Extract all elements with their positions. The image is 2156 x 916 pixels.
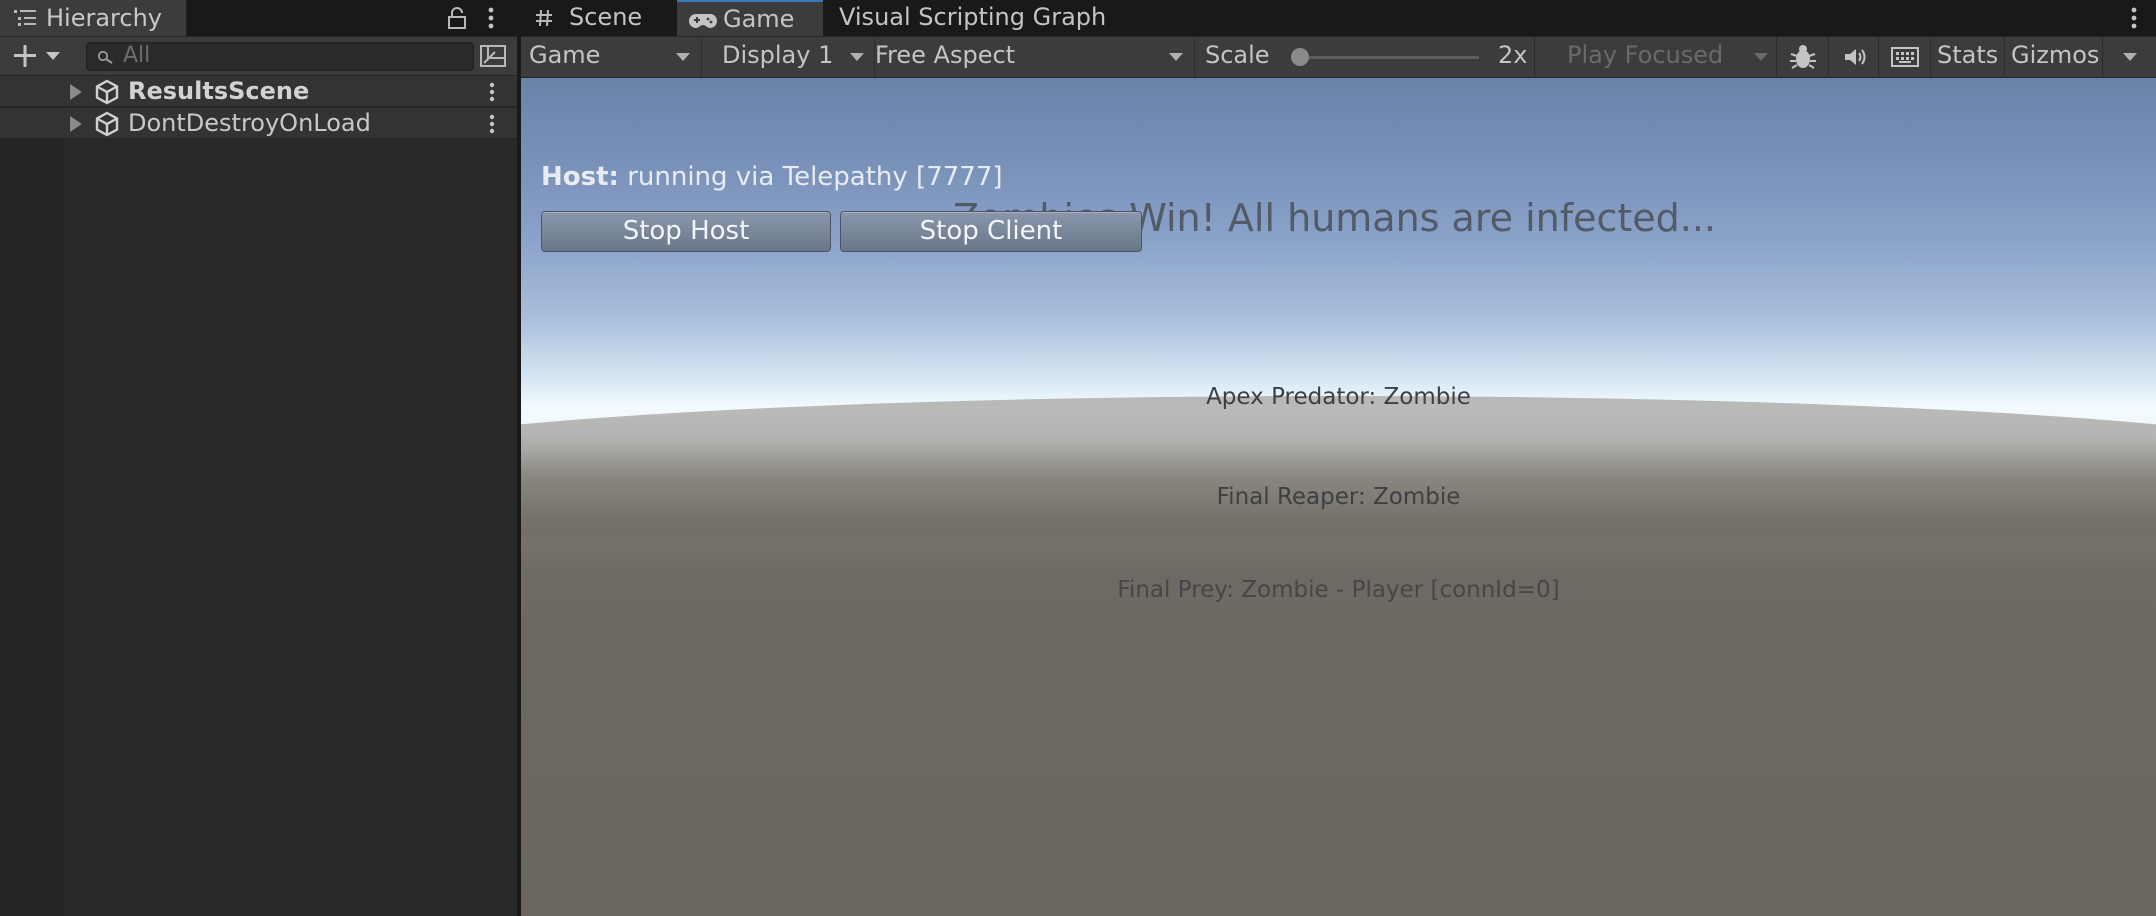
gizmos-dropdown[interactable]	[2103, 37, 2156, 77]
hierarchy-panel: Hierarchy All ResultsScene DontDestroyOn…	[0, 0, 517, 916]
scale-value: 2x	[1498, 41, 1528, 69]
game-panel-menu-icon[interactable]	[2127, 4, 2141, 32]
hierarchy-toolbar: All	[0, 37, 517, 76]
view-dropdown-label: Game	[529, 41, 601, 69]
hierarchy-item-dontdestroyonload[interactable]: DontDestroyOnLoad	[0, 108, 517, 139]
lock-icon[interactable]	[446, 6, 468, 30]
grid-icon	[536, 9, 552, 27]
host-status-text: Host: running via Telepathy [7777]	[541, 162, 1003, 192]
add-object-button[interactable]	[10, 41, 66, 71]
view-dropdown[interactable]: Game	[521, 37, 702, 77]
stats-label: Stats	[1937, 41, 1999, 69]
play-mode-label: Play Focused	[1567, 41, 1724, 69]
scale-slider-handle[interactable]	[1291, 48, 1309, 66]
final-prey-text: Final Prey: Zombie - Player [connId=0]	[1117, 577, 1560, 603]
hierarchy-tab-label: Hierarchy	[46, 4, 163, 32]
play-focused-dropdown[interactable]: Play Focused	[1559, 37, 1777, 77]
scale-slider-track[interactable]	[1299, 56, 1479, 59]
aspect-dropdown-label: Free Aspect	[875, 41, 1016, 69]
list-icon	[14, 10, 36, 26]
aspect-dropdown[interactable]: Free Aspect	[875, 37, 1195, 77]
hierarchy-item-label: ResultsScene	[128, 77, 310, 105]
host-status-detail: running via Telepathy [7777]	[618, 162, 1003, 192]
scale-control: Scale 2x	[1195, 37, 1535, 77]
tab-visual-scripting-graph[interactable]: Visual Scripting Graph	[827, 0, 1127, 36]
hierarchy-tab-bar: Hierarchy	[0, 0, 517, 37]
game-panel: Scene Game Visual Scripting Graph Game D…	[521, 0, 2156, 916]
hierarchy-tree: ResultsScene DontDestroyOnLoad	[0, 76, 517, 916]
unity-scene-icon	[95, 79, 119, 105]
gizmos-label: Gizmos	[2011, 41, 2100, 69]
stop-client-button[interactable]: Stop Client	[840, 211, 1142, 252]
game-toolbar: Game Display 1 Free Aspect Scale 2x Play…	[521, 37, 2156, 78]
final-reaper-text: Final Reaper: Zombie	[1216, 484, 1461, 510]
tab-scene-label: Scene	[569, 3, 643, 31]
tab-hierarchy[interactable]: Hierarchy	[0, 0, 187, 36]
mute-audio-toggle[interactable]	[1829, 37, 1879, 77]
debug-toggle[interactable]	[1777, 37, 1829, 77]
tab-visual-scripting-label: Visual Scripting Graph	[839, 3, 1107, 31]
tab-game[interactable]: Game	[677, 0, 823, 36]
display-dropdown[interactable]: Display 1	[702, 37, 875, 77]
shortcuts-toggle[interactable]	[1879, 37, 1931, 77]
item-menu-icon[interactable]	[485, 80, 499, 104]
audio-mute-icon	[1845, 49, 1866, 65]
game-viewport[interactable]: Host: running via Telepathy [7777] Zombi…	[521, 78, 2156, 916]
hierarchy-item-label: DontDestroyOnLoad	[128, 109, 371, 137]
hierarchy-search-input[interactable]: All	[86, 42, 474, 71]
hierarchy-menu-icon[interactable]	[484, 4, 498, 32]
item-menu-icon[interactable]	[485, 112, 499, 136]
apex-predator-text: Apex Predator: Zombie	[1206, 384, 1471, 410]
unity-scene-icon	[95, 111, 119, 137]
editor-tab-bar: Scene Game Visual Scripting Graph	[521, 0, 2156, 36]
stats-button[interactable]: Stats	[1931, 37, 2005, 77]
tab-game-label: Game	[723, 5, 795, 33]
ground-horizon	[521, 396, 2156, 536]
tab-scene[interactable]: Scene	[521, 0, 673, 36]
bug-icon	[1790, 45, 1816, 69]
keyboard-icon	[1891, 47, 1919, 67]
stop-host-button[interactable]: Stop Host	[541, 211, 831, 252]
search-icon	[97, 50, 113, 64]
scene-visibility-icon[interactable]	[478, 42, 508, 70]
expand-arrow-icon[interactable]	[70, 116, 82, 132]
expand-arrow-icon[interactable]	[70, 84, 82, 100]
hierarchy-item-resultsscene[interactable]: ResultsScene	[0, 76, 517, 107]
display-dropdown-label: Display 1	[722, 41, 834, 69]
gizmos-button[interactable]: Gizmos	[2005, 37, 2103, 77]
chevron-down-icon	[850, 53, 864, 61]
chevron-down-icon	[1754, 53, 1768, 61]
chevron-down-icon	[2123, 53, 2137, 61]
hierarchy-gutter	[0, 76, 64, 916]
host-status-prefix: Host:	[541, 162, 619, 192]
search-placeholder: All	[123, 43, 151, 68]
stop-client-label: Stop Client	[919, 216, 1063, 246]
scale-label: Scale	[1205, 41, 1270, 69]
stop-host-label: Stop Host	[622, 216, 750, 246]
chevron-down-icon	[676, 53, 690, 61]
chevron-down-icon	[1169, 53, 1183, 61]
gamepad-icon	[689, 14, 717, 28]
